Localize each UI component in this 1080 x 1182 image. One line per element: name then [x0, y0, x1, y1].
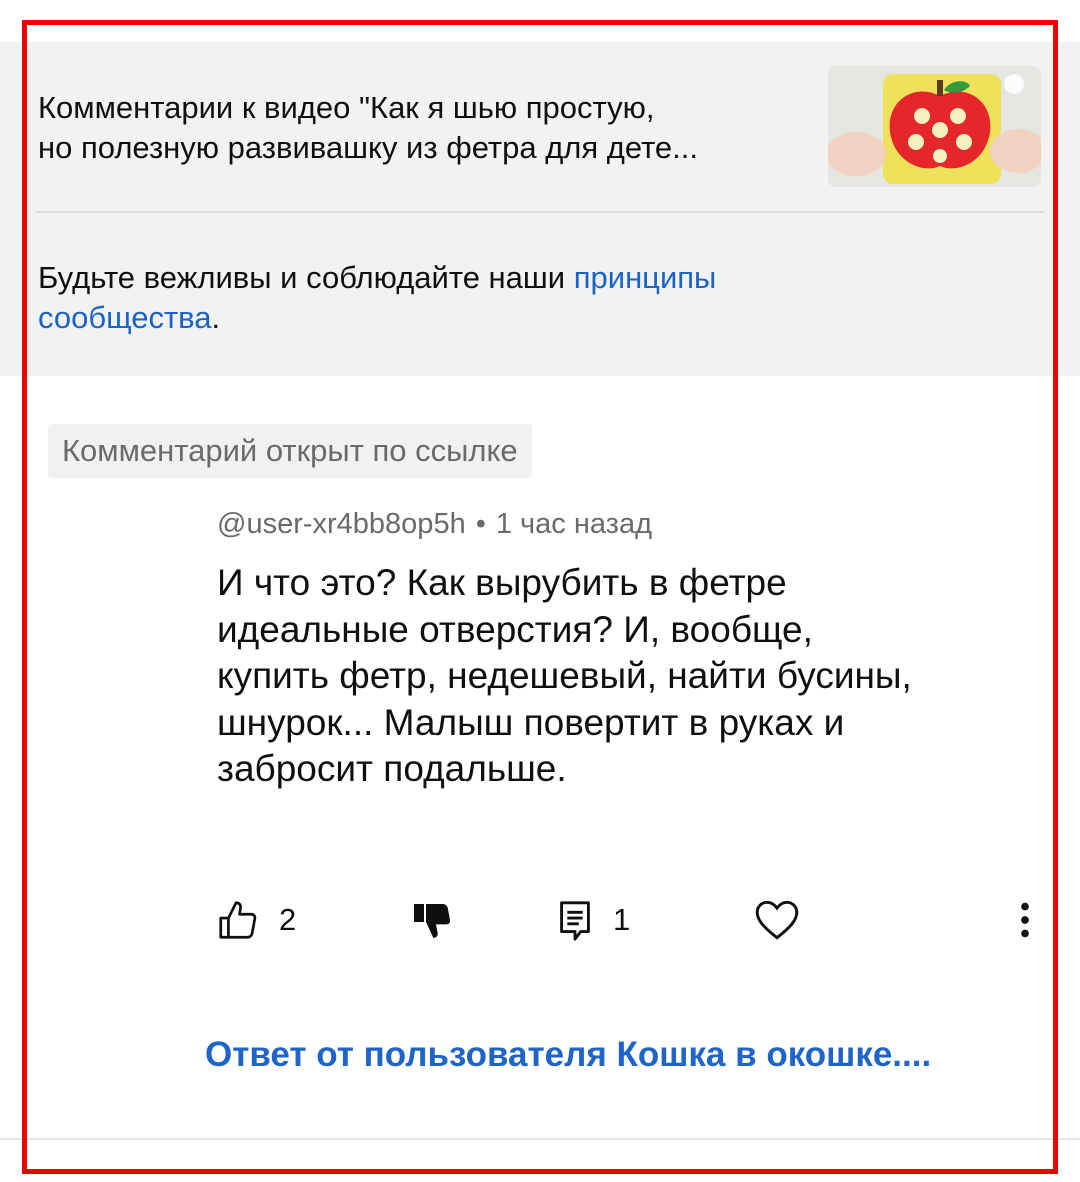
reply-button[interactable]: 1 — [555, 880, 630, 960]
bottom-divider — [0, 1138, 1080, 1140]
like-icon — [219, 901, 257, 939]
heart-button[interactable] — [752, 880, 802, 960]
dislike-icon — [414, 904, 451, 938]
comment-author[interactable]: @user-xr4bb8op5h — [217, 508, 466, 540]
guidelines-link[interactable]: сообщества — [38, 300, 212, 335]
video-title[interactable]: Комментарии к видео "Как я шью простую, … — [38, 88, 808, 168]
more-vert-icon — [1021, 902, 1029, 938]
like-button[interactable]: 2 — [215, 880, 296, 960]
video-title-line: но полезную развивашку из фетра для дете… — [38, 130, 699, 165]
rules-text: Будьте вежливы и соблюдайте наши — [38, 260, 574, 295]
rules-period: . — [211, 300, 221, 335]
thumbnail-image — [828, 66, 1041, 187]
comment-time: 1 час назад — [495, 508, 653, 540]
comment-line: шнурок... Малыш повертит в руках и — [217, 701, 845, 743]
view-replies-link[interactable]: Ответ от пользователя Кошка в окошке.... — [205, 1030, 1045, 1080]
video-title-line: Комментарии к видео "Как я шью простую, — [38, 90, 655, 125]
dislike-button[interactable] — [408, 880, 456, 960]
like-count: 2 — [279, 902, 297, 937]
community-guidelines-note: Будьте вежливы и соблюдайте наши принцип… — [38, 258, 938, 338]
linked-comment-badge: Комментарий открыт по ссылке — [48, 424, 532, 478]
comment-line: И что это? Как вырубить в фетре — [217, 562, 787, 603]
meta-separator: • — [475, 508, 486, 540]
video-thumbnail[interactable] — [828, 66, 1041, 187]
more-options-button[interactable] — [1010, 880, 1040, 960]
comment-meta: @user-xr4bb8op5h • 1 час назад — [217, 504, 652, 544]
comment-line: забросит подальше. — [217, 748, 567, 789]
reply-icon — [560, 901, 590, 941]
heart-icon — [755, 900, 799, 940]
comment-line: идеальные отверстия? И, вообще, — [217, 608, 813, 650]
reply-count: 1 — [613, 902, 631, 937]
header-divider — [36, 211, 1044, 213]
comment-line: купить фетр, недешевый, найти бусины, — [217, 655, 912, 696]
comment-text: И что это? Как вырубить в фетре идеальны… — [217, 560, 1037, 793]
guidelines-link[interactable]: принципы — [574, 260, 717, 295]
comment-actions: 2 1 — [0, 880, 1080, 960]
